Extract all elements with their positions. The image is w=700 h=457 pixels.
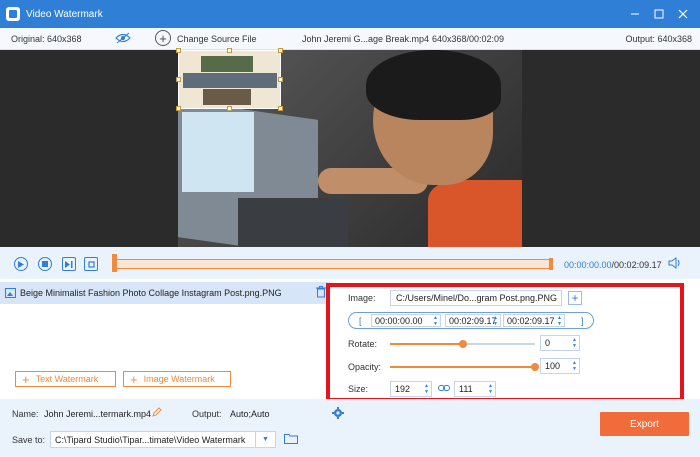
resize-handle[interactable] — [227, 106, 232, 111]
height-value: 111 — [459, 384, 473, 394]
playback-controls: 00:00:00.00/00:02:09.17 — [0, 247, 700, 279]
save-to-label: Save to: — [12, 435, 46, 445]
play-icon[interactable] — [14, 257, 28, 271]
opacity-input[interactable]: 100 ▲ ▼ — [540, 358, 580, 374]
output-label: Output: — [192, 409, 222, 419]
eye-icon[interactable] — [115, 32, 131, 46]
resize-handle[interactable] — [278, 48, 283, 53]
next-frame-icon[interactable] — [62, 257, 76, 271]
spinner-icon[interactable]: ▲ ▼ — [488, 383, 493, 395]
resize-handle[interactable] — [227, 48, 232, 53]
watermark-settings-panel: Image: C:/Users/Minel/Do...gram Post.png… — [330, 279, 700, 399]
duration-field[interactable]: 00:02:09.17 ▲ ▼ — [503, 314, 565, 327]
output-format-field[interactable]: Auto;Auto — [226, 405, 322, 422]
start-time-value: 00:00:00.00 — [375, 315, 423, 326]
spinner-icon[interactable]: ▲ ▼ — [572, 360, 577, 372]
change-source-plus-icon[interactable]: + — [155, 30, 171, 46]
timeline-start-handle[interactable] — [112, 254, 117, 272]
output-format-value: Auto;Auto — [230, 408, 270, 419]
add-image-watermark-label: Image Watermark — [143, 374, 215, 384]
resize-handle[interactable] — [176, 77, 181, 82]
trash-icon[interactable] — [316, 286, 326, 300]
spinner-icon[interactable]: ▲ ▼ — [557, 315, 562, 327]
spinner-icon[interactable]: ▲ ▼ — [433, 315, 438, 327]
spinner-icon[interactable]: ▲ ▼ — [493, 315, 498, 327]
watermark-list-panel: Beige Minimalist Fashion Photo Collage I… — [0, 279, 330, 399]
watermark-file-name: Beige Minimalist Fashion Photo Collage I… — [20, 288, 282, 298]
change-source-button[interactable]: Change Source File — [177, 34, 257, 44]
add-image-watermark-button[interactable]: + Image Watermark — [123, 371, 231, 387]
rotate-slider[interactable] — [390, 340, 535, 348]
opacity-slider-knob[interactable] — [531, 363, 539, 371]
opacity-slider[interactable] — [390, 363, 539, 371]
current-time: 00:00:00.00 — [564, 260, 612, 270]
maximize-icon[interactable] — [648, 4, 670, 24]
volume-icon[interactable] — [668, 257, 682, 271]
gear-icon[interactable] — [332, 407, 344, 421]
width-value: 192 — [395, 384, 411, 394]
time-range-group: [ 00:00:00.00 ▲ ▼ 00:02:09.17 ▲ ▼ 00:02:09… — [348, 312, 594, 329]
timecode: 00:00:00.00/00:02:09.17 — [564, 260, 662, 270]
timeline-end-handle[interactable] — [549, 258, 553, 270]
add-image-plus-icon[interactable]: + — [568, 291, 582, 305]
window-title: Video Watermark — [26, 8, 103, 20]
height-input[interactable]: 111 ▲ ▼ — [454, 381, 496, 397]
image-label: Image: — [348, 293, 376, 303]
rotate-label: Rotate: — [348, 339, 378, 349]
folder-icon[interactable] — [284, 433, 298, 446]
source-file-name: John Jeremi G...age Break.mp4 — [302, 33, 430, 44]
duration-time: /00:02:09.17 — [611, 260, 662, 270]
width-input[interactable]: 192 ▲ ▼ — [390, 381, 432, 397]
output-name: John Jeremi...termark.mp4 — [44, 409, 152, 419]
list-item[interactable]: Beige Minimalist Fashion Photo Collage I… — [0, 282, 330, 304]
snapshot-icon[interactable] — [84, 257, 98, 271]
opacity-label: Opacity: — [348, 362, 382, 372]
title-bar: Video Watermark — [0, 0, 700, 28]
image-path-field[interactable]: C:/Users/Minel/Do...gram Post.png.PNG — [390, 290, 562, 306]
original-resolution: Original: 640x368 — [11, 33, 82, 44]
timeline-track[interactable] — [114, 259, 552, 269]
rotate-slider-fill — [390, 343, 463, 345]
plus-icon: + — [22, 371, 30, 387]
rotate-input[interactable]: 0 ▲ ▼ — [540, 335, 580, 351]
info-bar: Original: 640x368 + Change Source File J… — [0, 28, 700, 50]
edit-name-icon[interactable] — [152, 407, 162, 419]
output-resolution: Output: 640x368 — [625, 33, 692, 44]
image-icon — [5, 288, 16, 300]
add-text-watermark-label: Text Watermark — [35, 374, 99, 384]
end-time-value: 00:02:09.17 — [449, 315, 497, 326]
link-icon[interactable] — [438, 383, 450, 395]
app-logo-icon — [6, 7, 20, 21]
plus-icon: + — [130, 371, 138, 387]
opacity-slider-fill — [390, 366, 535, 368]
duration-value: 00:02:09.17 — [507, 315, 555, 326]
spinner-icon[interactable]: ▲ ▼ — [572, 337, 577, 349]
resize-handle[interactable] — [278, 77, 283, 82]
resize-handle[interactable] — [278, 106, 283, 111]
rotate-value: 0 — [545, 338, 551, 348]
start-bracket-icon[interactable]: [ — [359, 316, 362, 326]
video-preview — [0, 50, 700, 247]
resize-handle[interactable] — [176, 106, 181, 111]
save-path-dropdown[interactable]: C:\Tipard Studio\Tipar...timate\Video Wa… — [50, 431, 276, 448]
bottom-bar: Name: John Jeremi...termark.mp4 Output: … — [0, 399, 700, 457]
chevron-down-icon[interactable]: ▼ — [255, 432, 275, 447]
end-time-field[interactable]: 00:02:09.17 ▲ ▼ — [445, 314, 501, 327]
close-icon[interactable] — [672, 4, 694, 24]
resize-handle[interactable] — [176, 48, 181, 53]
add-text-watermark-button[interactable]: + Text Watermark — [15, 371, 116, 387]
stop-icon[interactable] — [38, 257, 52, 271]
rotate-slider-knob[interactable] — [459, 340, 467, 348]
minimize-icon[interactable] — [624, 4, 646, 24]
spinner-icon[interactable]: ▲ ▼ — [424, 383, 429, 395]
end-bracket-icon[interactable]: ] — [581, 316, 584, 326]
source-file-info: 640x368/00:02:09 — [432, 33, 505, 44]
watermark-overlay[interactable] — [178, 50, 281, 109]
export-button[interactable]: Export — [600, 412, 689, 436]
opacity-value: 100 — [545, 361, 561, 371]
size-label: Size: — [348, 384, 369, 394]
save-path-value: C:\Tipard Studio\Tipar...timate\Video Wa… — [55, 434, 246, 445]
name-label: Name: — [12, 409, 39, 419]
start-time-field[interactable]: 00:00:00.00 ▲ ▼ — [371, 314, 441, 327]
